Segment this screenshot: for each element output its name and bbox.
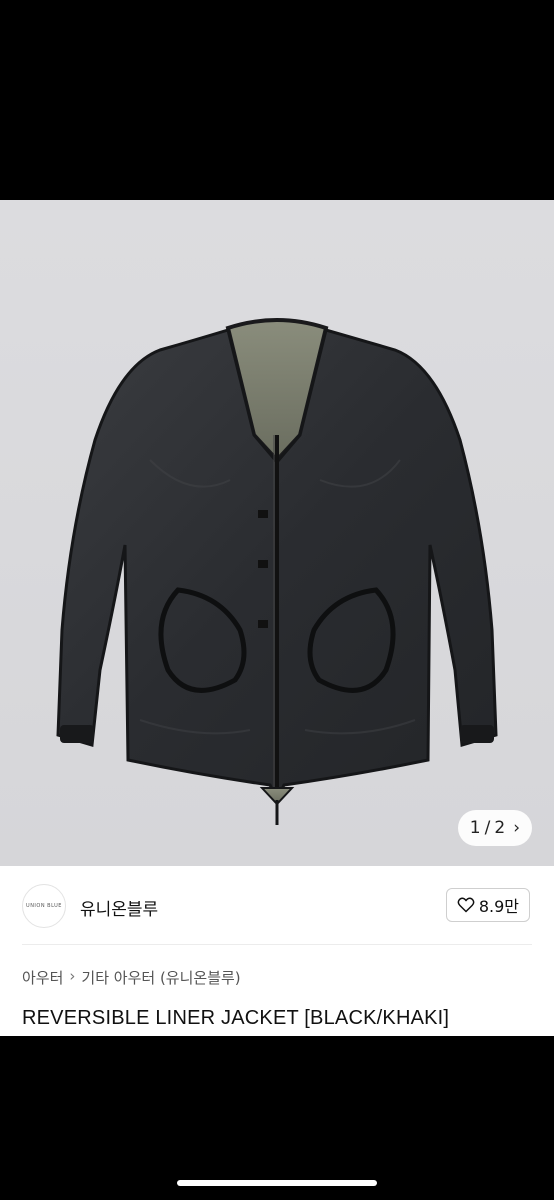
image-pager[interactable]: 1 / 2 › [457, 810, 532, 846]
bottom-letterbox [0, 1036, 554, 1200]
product-info-sheet: UNION BLUE 유니온블루 8.9만 아우터 › 기타 아우터 (유니온블… [0, 866, 554, 1036]
seller-avatar[interactable]: UNION BLUE [22, 884, 66, 928]
seller-name[interactable]: 유니온블루 [80, 895, 158, 920]
chevron-right-icon: › [513, 818, 520, 838]
breadcrumb-separator: › [69, 967, 76, 985]
breadcrumb-subcategory[interactable]: 기타 아우터 (유니온블루) [81, 967, 240, 988]
product-title: REVERSIBLE LINER JACKET [BLACK/KHAKI] [22, 1007, 450, 1029]
avatar-text: UNION BLUE [26, 903, 62, 909]
product-image [56, 318, 498, 825]
breadcrumb-category[interactable]: 아우터 [22, 967, 63, 988]
like-count: 8.9만 [478, 897, 519, 916]
breadcrumb: 아우터 › 기타 아우터 (유니온블루) [22, 967, 241, 988]
product-image-gallery[interactable]: 1 / 2 › [0, 200, 554, 866]
seller-row[interactable]: UNION BLUE 유니온블루 8.9만 [0, 866, 554, 944]
pager-separator: / [484, 818, 491, 838]
top-letterbox [0, 0, 554, 200]
like-button[interactable]: 8.9만 [445, 888, 530, 922]
pager-total: 2 [494, 818, 506, 838]
pager-current: 1 [469, 818, 481, 838]
heart-icon [457, 897, 475, 913]
home-indicator[interactable] [177, 1180, 377, 1186]
divider [22, 944, 532, 945]
